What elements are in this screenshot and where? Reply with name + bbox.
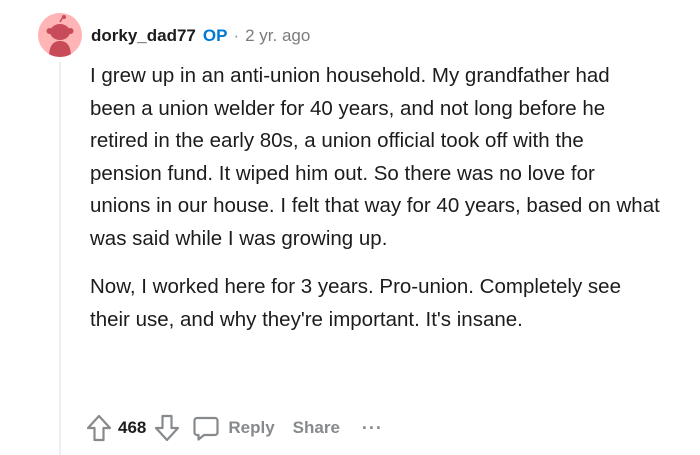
comment-header: dorky_dad77 OP · 2 yr. ago (91, 24, 310, 48)
comment-paragraph: Now, I worked here for 3 years. Pro-unio… (90, 275, 621, 331)
more-options-icon[interactable]: ··· (362, 418, 383, 439)
comment: dorky_dad77 OP · 2 yr. ago I grew up in … (0, 0, 700, 455)
thread-line[interactable] (59, 62, 61, 455)
speech-bubble-icon (193, 416, 219, 441)
upvote-arrow-icon[interactable] (86, 414, 112, 442)
reply-button[interactable]: Reply (192, 414, 275, 442)
comment-body: I grew up in an anti-union household. My… (90, 60, 660, 336)
comment-timestamp[interactable]: 2 yr. ago (245, 26, 310, 46)
reply-label: Reply (228, 418, 275, 437)
comment-action-bar: 468 Reply Share ··· (86, 410, 383, 446)
comment-paragraph: I grew up in an anti-union household. My… (90, 64, 660, 250)
snoo-avatar-icon (38, 13, 82, 57)
downvote-arrow-icon[interactable] (154, 414, 180, 442)
author-username[interactable]: dorky_dad77 (91, 26, 196, 46)
separator-dot: · (233, 26, 240, 45)
share-button[interactable]: Share (293, 418, 340, 438)
op-badge: OP (202, 26, 228, 45)
user-avatar[interactable] (38, 13, 82, 57)
vote-count: 468 (118, 418, 147, 437)
